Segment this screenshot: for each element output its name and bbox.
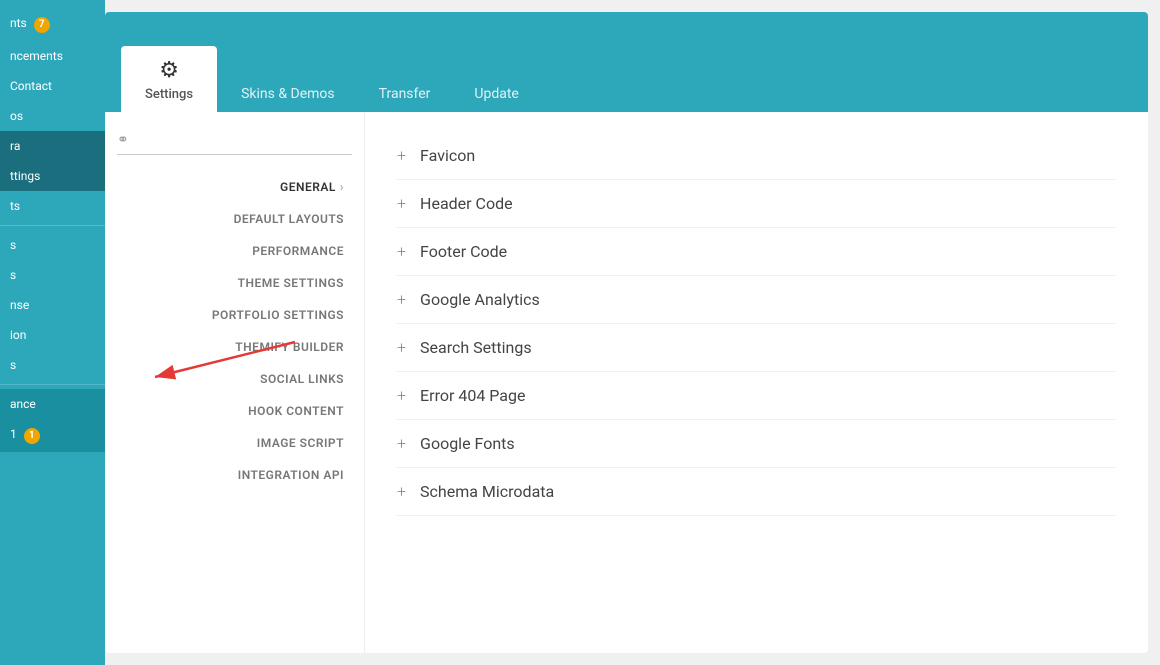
settings-nav-default-layouts[interactable]: DEFAULT LAYOUTS bbox=[117, 203, 352, 235]
settings-nav-themify-builder-label: THEMIFY BUILDER bbox=[235, 340, 344, 354]
settings-entry-google-fonts[interactable]: + Google Fonts bbox=[397, 420, 1116, 468]
settings-gear-icon: ⚙ bbox=[159, 58, 179, 83]
settings-nav-performance[interactable]: PERFORMANCE bbox=[117, 235, 352, 267]
tab-transfer-label: Transfer bbox=[379, 86, 431, 102]
expand-icon-favicon: + bbox=[397, 146, 406, 165]
settings-nav-theme-settings-label: THEME SETTINGS bbox=[238, 276, 344, 290]
content-area: ⚭ GENERAL › DEFAULT LAYOUTS PERFORMANCE … bbox=[105, 112, 1148, 653]
tab-header: ⚙ Settings Skins & Demos Transfer Update bbox=[105, 12, 1148, 112]
settings-nav-theme-settings[interactable]: THEME SETTINGS bbox=[117, 267, 352, 299]
sidebar-item-label-0: nts bbox=[10, 16, 27, 30]
sidebar-item-8[interactable]: s bbox=[0, 260, 105, 290]
sidebar-item-4[interactable]: ra bbox=[0, 131, 105, 161]
tab-update-label: Update bbox=[474, 86, 518, 102]
settings-entry-error-404-label: Error 404 Page bbox=[420, 386, 525, 405]
sidebar-item-label-8: s bbox=[10, 268, 16, 282]
sidebar-item-label-13: 1 bbox=[10, 427, 17, 441]
sidebar-item-label-2: Contact bbox=[10, 79, 52, 93]
sidebar-item-10[interactable]: ion bbox=[0, 320, 105, 350]
settings-entry-google-fonts-label: Google Fonts bbox=[420, 434, 515, 453]
settings-nav-hook-content-label: HOOK CONTENT bbox=[248, 404, 344, 418]
search-box: ⚭ bbox=[117, 132, 352, 155]
sidebar-item-label-4: ra bbox=[10, 139, 20, 153]
search-icon: ⚭ bbox=[117, 132, 129, 148]
settings-nav-social-links-label: SOCIAL LINKS bbox=[260, 372, 344, 386]
sidebar-item-label-12: ance bbox=[10, 397, 36, 411]
tab-transfer[interactable]: Transfer bbox=[359, 76, 451, 112]
settings-nav-general-label: GENERAL bbox=[280, 180, 336, 194]
expand-icon-error-404: + bbox=[397, 386, 406, 405]
settings-entry-google-analytics[interactable]: + Google Analytics bbox=[397, 276, 1116, 324]
sidebar-badge-0: 7 bbox=[34, 17, 50, 33]
settings-nav-default-layouts-label: DEFAULT LAYOUTS bbox=[234, 212, 344, 226]
expand-icon-google-analytics: + bbox=[397, 290, 406, 309]
sidebar-item-label-11: s bbox=[10, 358, 16, 372]
settings-entry-search-settings-label: Search Settings bbox=[420, 338, 532, 357]
settings-sidebar: ⚭ GENERAL › DEFAULT LAYOUTS PERFORMANCE … bbox=[105, 112, 365, 653]
sidebar-item-5[interactable]: ttings bbox=[0, 161, 105, 191]
settings-entry-header-code[interactable]: + Header Code bbox=[397, 180, 1116, 228]
settings-nav-integration-api[interactable]: INTEGRATION API bbox=[117, 459, 352, 491]
settings-nav-image-script-label: IMAGE SCRIPT bbox=[257, 436, 344, 450]
sidebar-item-12[interactable]: ance bbox=[0, 389, 105, 419]
settings-nav-themify-builder[interactable]: THEMIFY BUILDER bbox=[117, 331, 352, 363]
sidebar-item-label-6: ts bbox=[10, 199, 20, 213]
main-panel: ⚙ Settings Skins & Demos Transfer Update… bbox=[105, 12, 1148, 653]
expand-icon-header-code: + bbox=[397, 194, 406, 213]
sidebar-item-0[interactable]: nts 7 bbox=[0, 8, 105, 41]
sidebar-item-2[interactable]: Contact bbox=[0, 71, 105, 101]
settings-entry-schema-microdata-label: Schema Microdata bbox=[420, 482, 554, 501]
sidebar-item-label-5: ttings bbox=[10, 169, 40, 183]
settings-nav-hook-content[interactable]: HOOK CONTENT bbox=[117, 395, 352, 427]
tab-settings[interactable]: ⚙ Settings bbox=[121, 46, 217, 112]
settings-entry-favicon[interactable]: + Favicon bbox=[397, 132, 1116, 180]
settings-entry-schema-microdata[interactable]: + Schema Microdata bbox=[397, 468, 1116, 516]
sidebar-item-label-10: ion bbox=[10, 328, 26, 342]
settings-nav-portfolio-settings-label: PORTFOLIO SETTINGS bbox=[212, 308, 344, 322]
tab-update[interactable]: Update bbox=[454, 76, 538, 112]
sidebar: nts 7 ncements Contact os ra ttings ts s… bbox=[0, 0, 105, 665]
settings-nav-general[interactable]: GENERAL › bbox=[117, 171, 352, 203]
sidebar-item-13[interactable]: 1 1 bbox=[0, 419, 105, 452]
sidebar-item-1[interactable]: ncements bbox=[0, 41, 105, 71]
sidebar-item-label-7: s bbox=[10, 238, 16, 252]
settings-nav-integration-api-label: INTEGRATION API bbox=[238, 468, 344, 482]
expand-icon-search-settings: + bbox=[397, 338, 406, 357]
expand-icon-schema-microdata: + bbox=[397, 482, 406, 501]
settings-nav-portfolio-settings[interactable]: PORTFOLIO SETTINGS bbox=[117, 299, 352, 331]
sidebar-item-label-3: os bbox=[10, 109, 23, 123]
sidebar-item-6[interactable]: ts bbox=[0, 191, 105, 221]
sidebar-item-label-1: ncements bbox=[10, 49, 63, 63]
chevron-right-icon: › bbox=[340, 180, 344, 194]
settings-entry-footer-code[interactable]: + Footer Code bbox=[397, 228, 1116, 276]
sidebar-item-label-9: nse bbox=[10, 298, 29, 312]
settings-entry-footer-code-label: Footer Code bbox=[420, 242, 507, 261]
sidebar-badge-13: 1 bbox=[24, 428, 40, 444]
settings-entry-search-settings[interactable]: + Search Settings bbox=[397, 324, 1116, 372]
expand-icon-google-fonts: + bbox=[397, 434, 406, 453]
settings-entry-favicon-label: Favicon bbox=[420, 146, 475, 165]
settings-nav-performance-label: PERFORMANCE bbox=[252, 244, 344, 258]
tab-settings-label: Settings bbox=[145, 87, 193, 102]
settings-nav-image-script[interactable]: IMAGE SCRIPT bbox=[117, 427, 352, 459]
settings-entry-header-code-label: Header Code bbox=[420, 194, 513, 213]
sidebar-item-9[interactable]: nse bbox=[0, 290, 105, 320]
sidebar-item-7[interactable]: s bbox=[0, 230, 105, 260]
sidebar-item-3[interactable]: os bbox=[0, 101, 105, 131]
tab-skins-demos-label: Skins & Demos bbox=[241, 86, 335, 102]
search-input[interactable] bbox=[135, 133, 352, 148]
settings-nav-social-links[interactable]: SOCIAL LINKS bbox=[117, 363, 352, 395]
settings-entry-error-404[interactable]: + Error 404 Page bbox=[397, 372, 1116, 420]
sidebar-item-11[interactable]: s bbox=[0, 350, 105, 380]
settings-content: + Favicon + Header Code + Footer Code + … bbox=[365, 112, 1148, 653]
tab-skins-demos[interactable]: Skins & Demos bbox=[221, 76, 355, 112]
expand-icon-footer-code: + bbox=[397, 242, 406, 261]
settings-entry-google-analytics-label: Google Analytics bbox=[420, 290, 540, 309]
